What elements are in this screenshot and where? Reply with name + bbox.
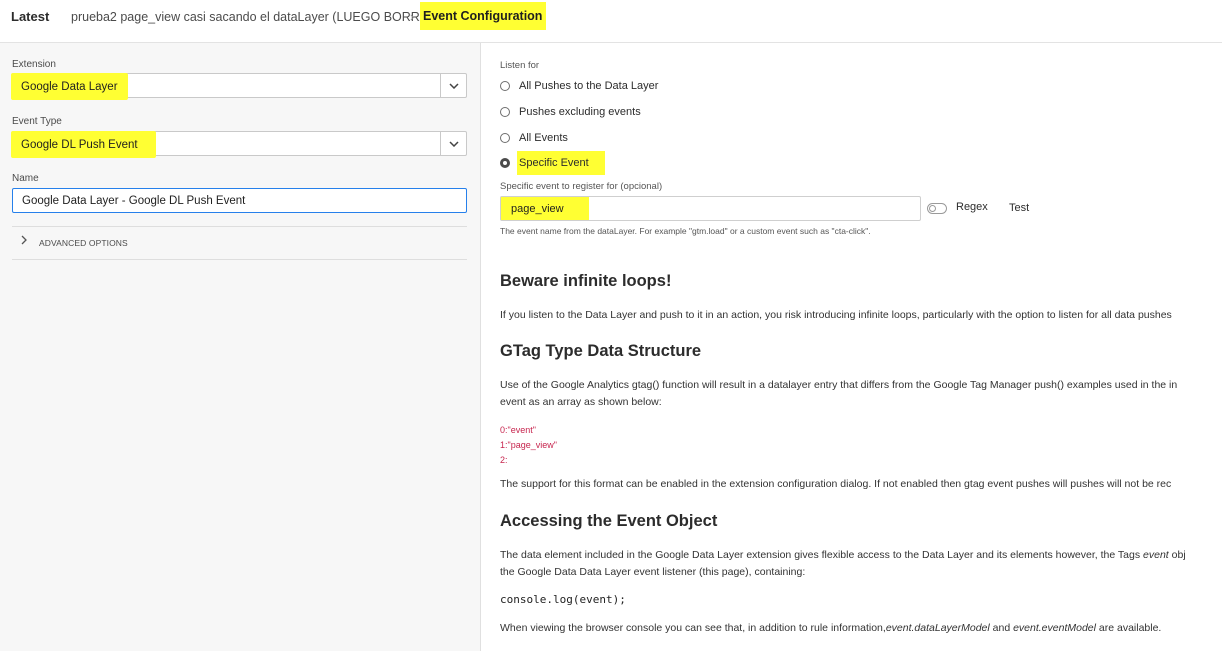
paragraph-text: are available. (1095, 622, 1162, 634)
chevron-down-icon[interactable] (440, 132, 466, 155)
event-type-label: Event Type (12, 116, 62, 127)
heading-infinite-loops: Beware infinite loops! (500, 272, 672, 290)
paragraph-support: The support for this format can be enabl… (500, 478, 1172, 490)
paragraph-text: obj (1171, 549, 1186, 561)
event-type-select[interactable]: Google DL Push Event (11, 131, 467, 158)
paragraph-access-2: the Google Data Data Layer event listene… (500, 566, 806, 578)
radio-button-icon[interactable] (500, 107, 510, 117)
listen-for-label: Listen for (500, 60, 540, 71)
paragraph-text: The data element included in the Google … (500, 549, 1141, 561)
paragraph-emphasis: event.eventModel (1013, 622, 1096, 634)
radio-label: Specific Event (517, 151, 605, 175)
code-example: 0:"event" 1:"page_view" 2: (500, 423, 557, 468)
right-panel: Listen for All Pushes to the Data Layer … (481, 43, 1222, 651)
specific-event-hint: The event name from the dataLayer. For e… (500, 226, 871, 236)
regex-label: Regex (956, 201, 988, 213)
specific-event-input[interactable]: page_view (500, 196, 921, 221)
paragraph-infinite-loops: If you listen to the Data Layer and push… (500, 309, 1172, 321)
code-line: 0:"event" (500, 425, 536, 435)
paragraph-console-view: When viewing the browser console you can… (500, 620, 1161, 637)
code-line: 2: (500, 455, 508, 465)
console-code: console.log(event); (500, 593, 626, 606)
chevron-down-icon[interactable] (440, 74, 466, 97)
advanced-options-toggle[interactable]: ADVANCED OPTIONS (12, 226, 467, 260)
radio-label: Pushes excluding events (519, 106, 641, 118)
advanced-options-label: ADVANCED OPTIONS (39, 238, 128, 248)
radio-specific-event[interactable]: Specific Event (500, 151, 605, 175)
paragraph-emphasis: event (1143, 549, 1169, 561)
paragraph-gtag-1: Use of the Google Analytics gtag() funct… (500, 379, 1178, 391)
paragraph-text: and (989, 622, 1014, 634)
name-label: Name (12, 173, 39, 184)
paragraph-gtag-2: event as an array as shown below: (500, 396, 662, 408)
name-input[interactable]: Google Data Layer - Google DL Push Event (12, 188, 467, 213)
paragraph-emphasis: event.dataLayerModel (885, 622, 990, 634)
test-button[interactable]: Test (1009, 202, 1029, 214)
heading-gtag-structure: GTag Type Data Structure (500, 342, 702, 360)
radio-label: All Pushes to the Data Layer (519, 80, 659, 92)
top-bar: Latest prueba2 page_view casi sacando el… (0, 0, 1222, 43)
radio-all-events[interactable]: All Events (500, 130, 568, 146)
latest-link[interactable]: Latest (11, 9, 49, 24)
chevron-right-icon (21, 235, 27, 248)
regex-toggle[interactable] (927, 203, 947, 214)
extension-select[interactable]: Google Data Layer (11, 73, 467, 100)
breadcrumb-rule[interactable]: prueba2 page_view casi sacando el dataLa… (71, 10, 441, 24)
paragraph-text: When viewing the browser console you can… (500, 622, 886, 634)
code-line: 1:"page_view" (500, 440, 557, 450)
specific-event-value: page_view (501, 197, 589, 220)
radio-button-selected-icon[interactable] (500, 158, 510, 168)
extension-label: Extension (12, 59, 56, 70)
page-title: Event Configuration (420, 2, 546, 30)
radio-pushes-excluding-events[interactable]: Pushes excluding events (500, 104, 641, 120)
radio-all-pushes[interactable]: All Pushes to the Data Layer (500, 78, 658, 94)
radio-label: All Events (519, 132, 568, 144)
radio-button-icon[interactable] (500, 133, 510, 143)
heading-accessing-event: Accessing the Event Object (500, 512, 718, 530)
breadcrumb-separator-icon: › (410, 9, 415, 24)
left-panel: Extension Google Data Layer Event Type G… (0, 43, 481, 651)
paragraph-access-1: The data element included in the Google … (500, 547, 1186, 564)
extension-select-value: Google Data Layer (11, 73, 128, 100)
specific-event-label: Specific event to register for (opcional… (500, 181, 663, 192)
event-type-select-value: Google DL Push Event (11, 131, 156, 158)
radio-button-icon[interactable] (500, 81, 510, 91)
